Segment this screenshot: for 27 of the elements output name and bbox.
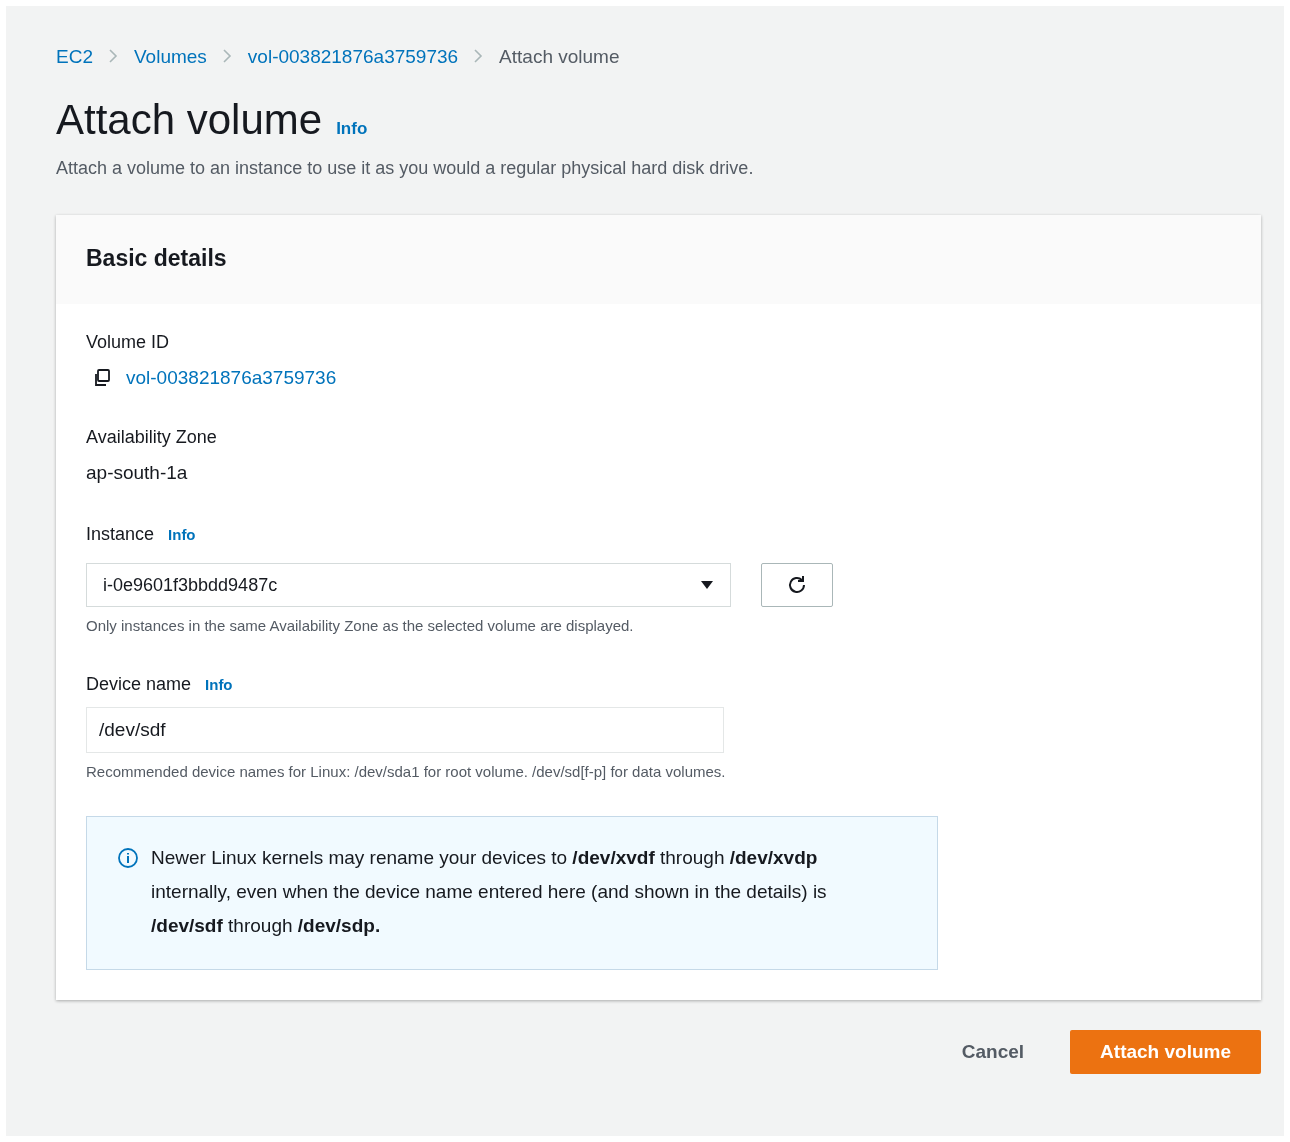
info-link[interactable]: Info xyxy=(168,526,196,543)
field-hint: Recommended device names for Linux: /dev/sda1 for root volume. /dev/sd[f-p] for data volumes. xyxy=(86,763,727,780)
breadcrumb-link[interactable]: vol-003821876a3759736 xyxy=(247,46,459,68)
field-label: Availability Zone xyxy=(86,427,218,448)
field-label: Device name xyxy=(86,674,192,695)
copy-icon[interactable] xyxy=(92,368,112,388)
device-name-field[interactable]: /dev/sdf xyxy=(86,707,724,753)
page-description: Attach a volume to an instance to use it as you would a regular physical hard disk drive. xyxy=(56,158,755,179)
cancel-button[interactable]: Cancel xyxy=(955,1040,1031,1064)
volume-id-link[interactable]: vol-003821876a3759736 xyxy=(126,367,337,389)
breadcrumb-current: Attach volume xyxy=(499,46,620,68)
field-hint: Only instances in the same Availability Zone as the selected volume are displayed. xyxy=(86,617,635,634)
breadcrumb-link[interactable]: EC2 xyxy=(56,46,93,68)
field-value: ap-south-1a xyxy=(86,462,189,484)
info-link[interactable]: Info xyxy=(336,119,368,139)
info-icon xyxy=(117,847,139,869)
field-label: Volume ID xyxy=(86,332,171,353)
refresh-button[interactable] xyxy=(761,563,833,607)
caret-icon xyxy=(700,580,714,590)
attach-volume-button[interactable]: Attach volume xyxy=(1070,1030,1261,1074)
alert-text: Newer Linux kernels may rename your devices to /dev/xvdf through /dev/xvdp internally, even when the device name entered here (and shown in the details) is /dev/sdf through /dev/sdp. xyxy=(151,846,828,938)
instance-select[interactable]: i-0e9601f3bbdd9487c xyxy=(86,563,731,607)
breadcrumb-link[interactable]: Volumes xyxy=(133,46,207,68)
info-link[interactable]: Info xyxy=(205,676,233,693)
card-title: Basic details xyxy=(86,245,228,272)
field-label: Instance xyxy=(86,524,155,545)
page-title: Attach volume xyxy=(56,96,323,144)
